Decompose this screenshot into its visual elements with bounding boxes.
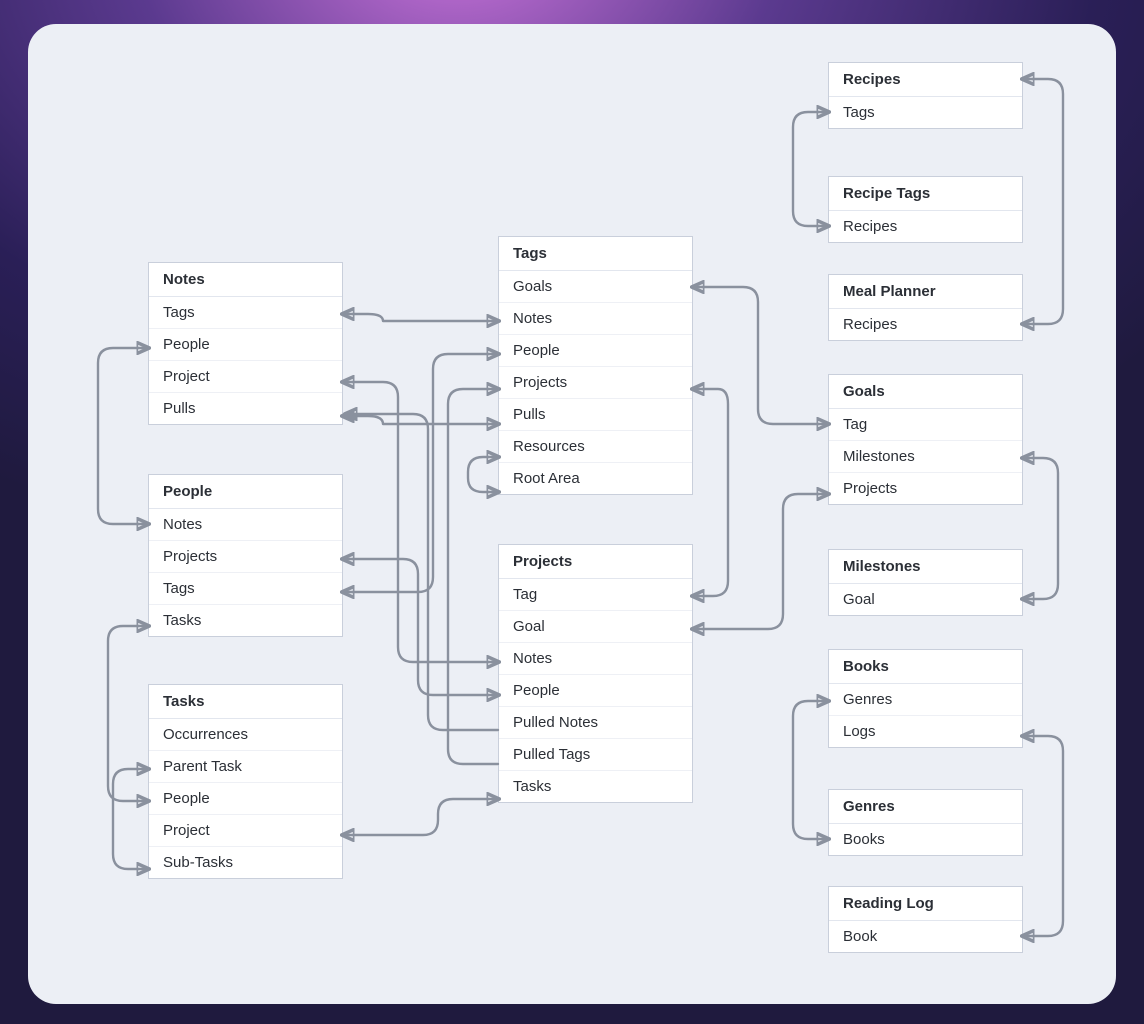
- entity-row: Recipes: [829, 211, 1022, 242]
- entity-row: Root Area: [499, 463, 692, 494]
- entity-genres: Genres Books: [828, 789, 1023, 856]
- entity-row: Goal: [499, 611, 692, 643]
- entity-milestones: Milestones Goal: [828, 549, 1023, 616]
- entity-row: Goal: [829, 584, 1022, 615]
- entity-title: Meal Planner: [829, 275, 1022, 309]
- entity-row: Books: [829, 824, 1022, 855]
- entity-row: Notes: [499, 303, 692, 335]
- entity-title: Tasks: [149, 685, 342, 719]
- diagram-canvas: Notes Tags People Project Pulls People N…: [28, 24, 1116, 1004]
- entity-projects: Projects Tag Goal Notes People Pulled No…: [498, 544, 693, 803]
- entity-row: Pulled Tags: [499, 739, 692, 771]
- entity-row: Milestones: [829, 441, 1022, 473]
- entity-row: Pulls: [499, 399, 692, 431]
- entity-goals: Goals Tag Milestones Projects: [828, 374, 1023, 505]
- entity-title: People: [149, 475, 342, 509]
- entity-row: Notes: [499, 643, 692, 675]
- entity-row: People: [499, 675, 692, 707]
- entity-row: Tags: [149, 573, 342, 605]
- entity-row: Tasks: [149, 605, 342, 636]
- entity-row: Projects: [499, 367, 692, 399]
- entity-row: Pulls: [149, 393, 342, 424]
- entity-title: Goals: [829, 375, 1022, 409]
- entity-recipes: Recipes Tags: [828, 62, 1023, 129]
- entity-row: Goals: [499, 271, 692, 303]
- entity-row: Pulled Notes: [499, 707, 692, 739]
- entity-row: Tasks: [499, 771, 692, 802]
- entity-people: People Notes Projects Tags Tasks: [148, 474, 343, 637]
- entity-title: Notes: [149, 263, 342, 297]
- entity-row: Tag: [829, 409, 1022, 441]
- entity-title: Books: [829, 650, 1022, 684]
- entity-row: Project: [149, 815, 342, 847]
- entity-title: Reading Log: [829, 887, 1022, 921]
- entity-row: Parent Task: [149, 751, 342, 783]
- entity-title: Recipes: [829, 63, 1022, 97]
- entity-books: Books Genres Logs: [828, 649, 1023, 748]
- entity-tasks: Tasks Occurrences Parent Task People Pro…: [148, 684, 343, 879]
- entity-row: Sub-Tasks: [149, 847, 342, 878]
- entity-row: Tags: [829, 97, 1022, 128]
- entity-title: Projects: [499, 545, 692, 579]
- entity-row: Projects: [829, 473, 1022, 504]
- entity-mealplanner: Meal Planner Recipes: [828, 274, 1023, 341]
- entity-row: People: [149, 783, 342, 815]
- entity-row: Genres: [829, 684, 1022, 716]
- entity-row: Book: [829, 921, 1022, 952]
- entity-title: Tags: [499, 237, 692, 271]
- entity-row: Project: [149, 361, 342, 393]
- entity-recipetags: Recipe Tags Recipes: [828, 176, 1023, 243]
- entity-row: Resources: [499, 431, 692, 463]
- entity-title: Recipe Tags: [829, 177, 1022, 211]
- entity-row: Tag: [499, 579, 692, 611]
- entity-row: Recipes: [829, 309, 1022, 340]
- entity-row: Tags: [149, 297, 342, 329]
- entity-notes: Notes Tags People Project Pulls: [148, 262, 343, 425]
- entity-row: Projects: [149, 541, 342, 573]
- entity-tags: Tags Goals Notes People Projects Pulls R…: [498, 236, 693, 495]
- entity-title: Genres: [829, 790, 1022, 824]
- entity-row: Logs: [829, 716, 1022, 747]
- entity-row: Notes: [149, 509, 342, 541]
- entity-row: Occurrences: [149, 719, 342, 751]
- entity-title: Milestones: [829, 550, 1022, 584]
- entity-row: People: [499, 335, 692, 367]
- entity-readinglog: Reading Log Book: [828, 886, 1023, 953]
- entity-row: People: [149, 329, 342, 361]
